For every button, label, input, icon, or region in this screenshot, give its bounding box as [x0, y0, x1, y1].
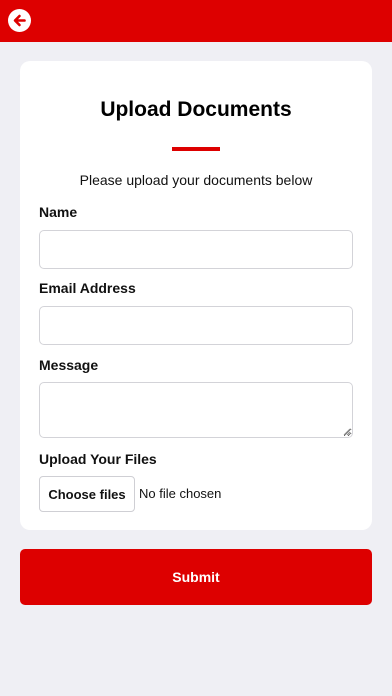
top-app-bar: [0, 0, 392, 42]
upload-files-label: Upload Your Files: [39, 451, 157, 467]
back-button[interactable]: [8, 9, 31, 32]
email-input[interactable]: [39, 306, 353, 345]
file-status-text: No file chosen: [139, 486, 222, 501]
page-title: Upload Documents: [100, 98, 292, 121]
form-subtitle: Please upload your documents below: [79, 172, 313, 188]
arrow-left-icon: [13, 14, 26, 27]
title-underline: [172, 147, 220, 151]
message-label: Message: [39, 357, 99, 373]
submit-button[interactable]: Submit: [20, 549, 372, 605]
email-label: Email Address: [39, 280, 136, 296]
name-input[interactable]: [39, 230, 353, 269]
choose-files-button[interactable]: Choose files: [39, 476, 135, 512]
name-label: Name: [39, 204, 78, 220]
message-textarea[interactable]: [39, 382, 353, 438]
